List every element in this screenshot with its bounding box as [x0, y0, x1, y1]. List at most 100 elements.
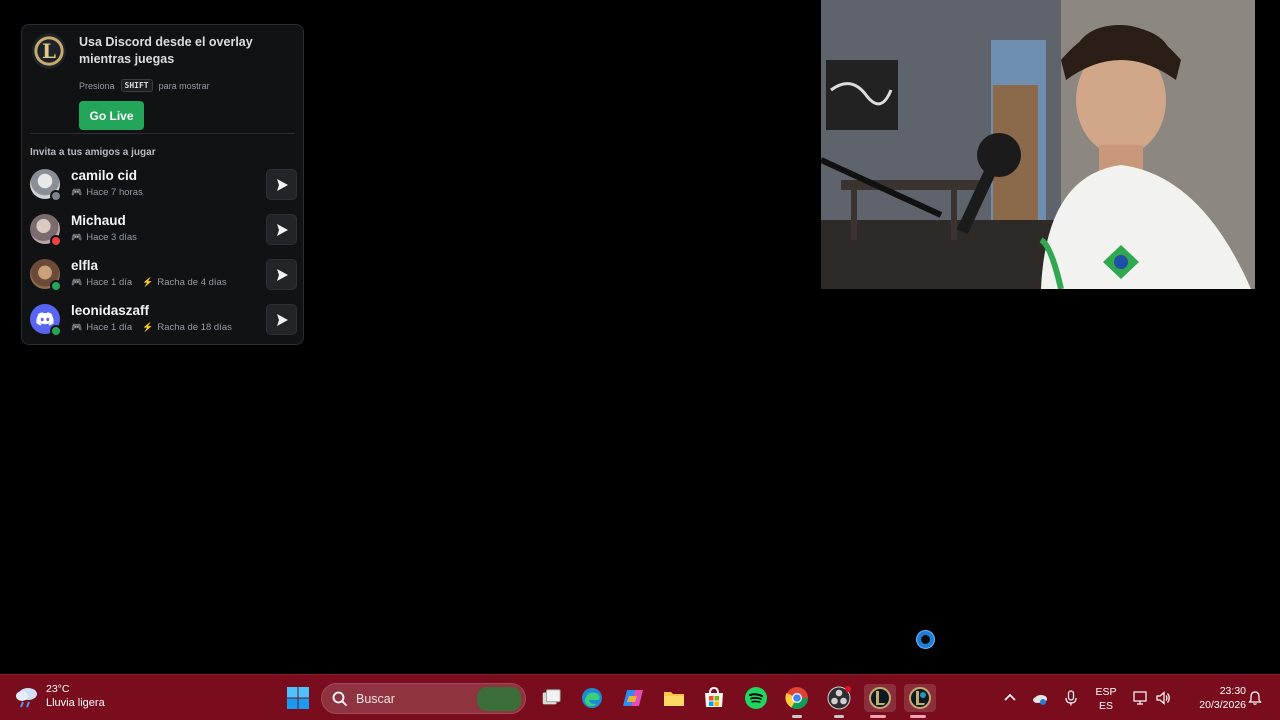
invite-send-button[interactable]: [266, 304, 297, 335]
discord-overlay-panel: L Usa Discord desde el overlay mientras …: [21, 24, 304, 345]
running-indicator: [910, 715, 926, 718]
task-view-icon: [542, 689, 561, 705]
discord-logo-icon: [36, 312, 54, 326]
chrome-icon: [785, 687, 808, 709]
status-online-icon: [50, 325, 62, 337]
weather-temperature: 23°C: [46, 683, 70, 695]
webcam-feed: [821, 0, 1255, 289]
edge-icon: [582, 688, 602, 708]
last-played: Hace 3 días: [86, 232, 137, 243]
overlay-header: L Usa Discord desde el overlay mientras …: [32, 33, 295, 130]
weather-text: 23°C Lluvia ligera: [46, 683, 105, 711]
microsoft-store-icon: [705, 686, 723, 707]
running-indicator: [834, 715, 844, 718]
speaker-volume-icon[interactable]: [1155, 690, 1171, 706]
lightning-icon: ⚡: [142, 322, 154, 332]
chevron-up-icon[interactable]: [1002, 690, 1018, 706]
search-highlight-icon: [477, 687, 521, 711]
friend-row: elfla 🎮 Hace 1 día ⚡ Racha de 4 días: [30, 257, 297, 295]
gamepad-icon: 🎮: [71, 187, 83, 197]
send-arrow-icon: [276, 223, 288, 236]
status-online-icon: [50, 280, 62, 292]
league-client-icon: [869, 687, 891, 709]
onedrive-cloud-icon[interactable]: [1032, 690, 1048, 706]
divider: [30, 133, 295, 134]
invite-send-button[interactable]: [266, 259, 297, 290]
notification-bell-icon[interactable]: [1247, 690, 1263, 706]
invite-friends-heading: Invita a tus amigos a jugar: [30, 147, 156, 158]
gamepad-icon: 🎮: [71, 322, 83, 332]
edge-button[interactable]: [578, 684, 606, 712]
friend-row: camilo cid 🎮 Hace 7 horas: [30, 167, 297, 205]
microsoft-store-button[interactable]: [700, 684, 728, 712]
taskbar-search-box[interactable]: Buscar: [321, 683, 526, 714]
friend-activity: 🎮 Hace 1 día ⚡ Racha de 4 días: [71, 277, 227, 288]
running-indicator: [792, 715, 802, 718]
friend-name: leonidaszaff: [71, 303, 150, 318]
desktop-screen: L Usa Discord desde el overlay mientras …: [0, 0, 1280, 720]
input-language-indicator[interactable]: ESP ES: [1094, 685, 1118, 713]
weather-description: Lluvia ligera: [46, 697, 105, 709]
spotify-icon: [745, 687, 767, 709]
search-placeholder: Buscar: [356, 692, 395, 706]
clock-date: 20/3/2026: [1199, 699, 1246, 711]
webcam-image: [821, 0, 1255, 289]
league-of-legends-logo-icon: L: [32, 33, 66, 69]
obs-button[interactable]: [825, 684, 853, 718]
shift-key-badge: SHIFT: [120, 79, 153, 92]
microphone-icon[interactable]: [1063, 690, 1079, 706]
copilot-icon: [623, 690, 643, 706]
invite-send-button[interactable]: [266, 214, 297, 245]
keyboard-layout-code: ES: [1098, 700, 1113, 712]
league-game-icon: [909, 687, 931, 709]
windows-taskbar: 23°C Lluvia ligera Buscar ESP ES 23:30 2…: [0, 674, 1280, 720]
friend-activity: 🎮 Hace 7 horas: [71, 187, 143, 198]
friend-name: camilo cid: [71, 168, 138, 183]
running-indicator: [870, 715, 886, 718]
overlay-title: Usa Discord desde el overlay mientras ju…: [79, 35, 253, 66]
invite-send-button[interactable]: [266, 169, 297, 200]
lightning-icon: ⚡: [142, 277, 154, 287]
start-button[interactable]: [284, 684, 312, 712]
friend-name: Michaud: [71, 213, 126, 228]
clock-time: 23:30: [1219, 685, 1246, 697]
friend-row: Michaud 🎮 Hace 3 días: [30, 212, 297, 250]
task-view-button[interactable]: [537, 684, 565, 712]
weather-widget[interactable]: 23°C Lluvia ligera: [14, 683, 105, 711]
last-played: Hace 7 horas: [86, 187, 143, 198]
friend-activity: 🎮 Hace 1 día ⚡ Racha de 18 días: [71, 322, 232, 333]
streak: Racha de 18 días: [157, 322, 232, 333]
send-arrow-icon: [276, 268, 288, 281]
hint-suffix: para mostrar: [158, 80, 210, 91]
spotify-button[interactable]: [742, 684, 770, 712]
streak: Racha de 4 días: [157, 277, 227, 288]
league-game-button[interactable]: [904, 684, 936, 718]
last-played: Hace 1 día: [86, 322, 133, 333]
loading-spinner-icon: [917, 631, 934, 648]
send-arrow-icon: [276, 178, 288, 191]
file-explorer-icon: [664, 692, 684, 706]
obs-icon: [827, 686, 851, 710]
network-monitor-icon[interactable]: [1133, 690, 1149, 706]
go-live-button[interactable]: Go Live: [79, 101, 144, 130]
file-explorer-button[interactable]: [660, 684, 688, 712]
friend-row: leonidaszaff 🎮 Hace 1 día ⚡ Racha de 18 …: [30, 302, 297, 340]
send-arrow-icon: [276, 313, 288, 326]
chrome-button[interactable]: [783, 684, 811, 718]
gamepad-icon: 🎮: [71, 232, 83, 242]
last-played: Hace 1 día: [86, 277, 133, 288]
search-icon: [332, 691, 348, 707]
friend-name: elfla: [71, 258, 99, 273]
status-dnd-icon: [50, 235, 62, 247]
overlay-hint: Presiona SHIFT para mostrar: [79, 79, 210, 92]
hint-prefix: Presiona: [79, 80, 115, 91]
windows-start-icon: [287, 687, 309, 709]
league-client-button[interactable]: [864, 684, 896, 718]
language-code: ESP: [1095, 686, 1117, 698]
rain-cloud-icon: [16, 688, 37, 708]
gamepad-icon: 🎮: [71, 277, 83, 287]
copilot-button[interactable]: [619, 684, 647, 712]
status-offline-icon: [50, 190, 62, 202]
clock[interactable]: 23:30 20/3/2026: [1180, 684, 1246, 712]
friend-activity: 🎮 Hace 3 días: [71, 232, 137, 243]
